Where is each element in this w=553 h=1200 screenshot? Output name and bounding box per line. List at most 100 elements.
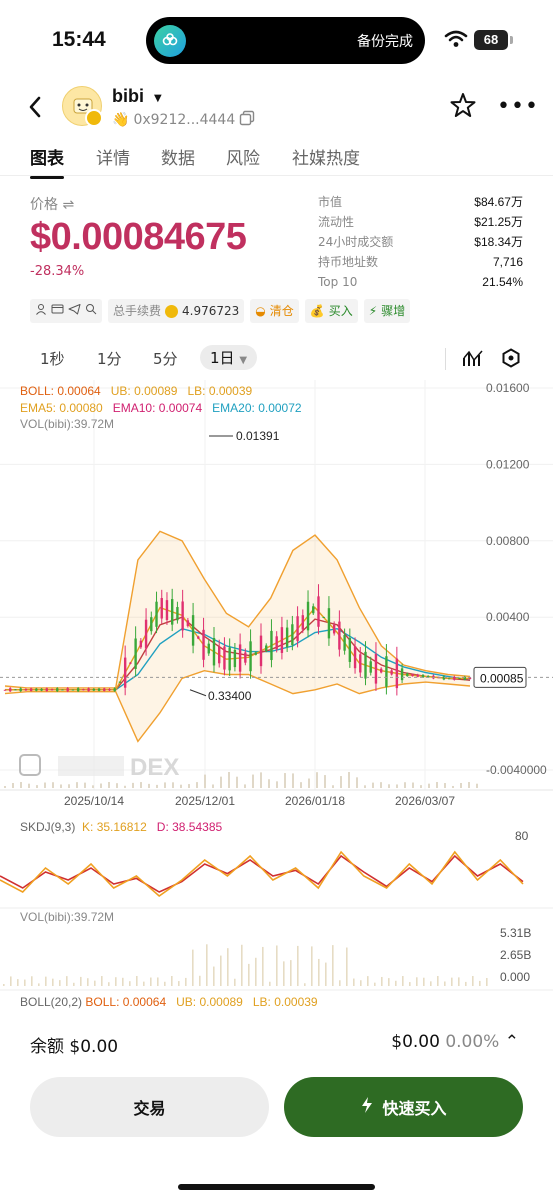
interval-1s[interactable]: 1秒 xyxy=(40,348,65,369)
volume-bar xyxy=(468,782,470,788)
favorite-star-icon[interactable] xyxy=(450,92,476,122)
island-message: 备份完成 xyxy=(357,34,413,50)
telegram-icon xyxy=(68,299,81,323)
trade-button[interactable]: 交易 xyxy=(30,1077,269,1137)
money-bag-icon: 💰 xyxy=(309,304,325,318)
candle-body xyxy=(108,688,111,691)
volume-bar xyxy=(115,977,117,986)
position-value: $0.00 xyxy=(391,1032,440,1052)
token-name[interactable]: bibi xyxy=(112,86,144,107)
volume-bar xyxy=(116,783,118,788)
clear-position-chip[interactable]: ◒ 清仓 xyxy=(250,299,299,323)
social-links-chip[interactable] xyxy=(30,299,102,323)
tab-data[interactable]: 数据 xyxy=(161,144,195,169)
position-pct: 0.00% xyxy=(445,1032,500,1052)
chevron-down-icon[interactable]: ▼ xyxy=(154,93,162,104)
volume-bar xyxy=(316,772,318,788)
volume-bar xyxy=(188,784,190,788)
lightning-icon xyxy=(360,1096,374,1118)
volume-bar xyxy=(269,981,271,986)
swap-icon[interactable]: ⇌ xyxy=(62,197,74,213)
candle-body xyxy=(129,662,132,664)
candle-body xyxy=(97,688,101,691)
ema10-value: EMA10: 0.00074 xyxy=(112,401,203,415)
interval-5m[interactable]: 5分 xyxy=(153,348,178,369)
buy-signal-chip[interactable]: 💰 买入 xyxy=(304,299,358,323)
quick-buy-button[interactable]: 快速买入 xyxy=(284,1077,523,1137)
candle-body xyxy=(400,668,404,681)
volume-bar xyxy=(172,782,174,788)
copy-icon[interactable] xyxy=(239,110,255,130)
fee-label: 总手续费 xyxy=(113,304,162,318)
volume-bar xyxy=(4,786,6,788)
candle-body xyxy=(56,688,59,692)
volume-bar xyxy=(372,782,374,788)
stat-holders: 持币地址数 7,716 xyxy=(318,255,523,269)
candle-body xyxy=(181,601,184,631)
search-icon xyxy=(85,299,97,323)
tab-chart[interactable]: 图表 xyxy=(30,144,64,179)
back-icon[interactable] xyxy=(28,96,42,122)
volume-bar xyxy=(10,976,12,986)
candle-body xyxy=(82,689,85,691)
interval-1m[interactable]: 1分 xyxy=(97,348,122,369)
volume-bar xyxy=(248,963,250,986)
okx-logo-mark xyxy=(58,756,124,776)
volume-bar xyxy=(66,976,68,986)
position-summary[interactable]: $0.00 0.00% ⌃ xyxy=(391,1032,519,1052)
token-stats: 市值 $84.67万 流动性 $21.25万 24小时成交额 $18.34万 持币地址… xyxy=(318,192,523,292)
candle-body xyxy=(118,681,122,683)
stat-top10: Top 10 21.54% xyxy=(318,275,523,289)
volume-bar xyxy=(444,981,446,986)
volume-bar xyxy=(430,981,432,986)
volume-bar xyxy=(452,785,454,788)
tab-details[interactable]: 详情 xyxy=(96,144,130,169)
candle-body xyxy=(113,688,116,692)
volume-bar xyxy=(284,773,286,788)
candle-body xyxy=(369,661,372,673)
volume-bar xyxy=(395,980,397,986)
volume-bar xyxy=(388,978,390,986)
candle-body xyxy=(312,606,315,614)
candle-body xyxy=(103,688,106,691)
candle-body xyxy=(35,688,38,691)
volume-bar xyxy=(108,982,110,986)
candle-body xyxy=(165,600,169,620)
y-tick-label: 0.01200 xyxy=(486,457,530,471)
more-options-icon[interactable]: ••• xyxy=(497,94,539,119)
surge-label: 骤增 xyxy=(381,304,406,318)
interval-1d-label: 1日 xyxy=(210,349,235,367)
y-tick-label: 0.01600 xyxy=(486,381,530,395)
volume-bar xyxy=(451,977,453,986)
candle-body xyxy=(385,656,388,687)
volume-bar xyxy=(356,777,358,788)
okx-dex-watermark: DEX xyxy=(130,754,179,781)
candle-body xyxy=(61,689,64,691)
candle-body xyxy=(374,653,378,684)
surge-chip[interactable]: ⚡ 骤增 xyxy=(363,299,411,323)
clear-label: 清仓 xyxy=(269,304,294,318)
total-fee-chip[interactable]: 总手续费 4.976723 xyxy=(108,299,245,323)
tab-social[interactable]: 社媒热度 xyxy=(292,144,360,169)
volume-bar xyxy=(339,980,341,986)
chart-settings-icon[interactable] xyxy=(501,348,521,372)
interval-1d[interactable]: 1日 ▼ xyxy=(200,345,258,370)
chart-area[interactable]: 0.01600 0.01200 0.00800 0.00400 -0.0040000 20… xyxy=(0,380,553,1010)
volume-bar xyxy=(100,783,102,788)
token-address: 0x9212...4444 xyxy=(133,112,236,128)
volume-bar xyxy=(192,949,194,986)
backup-shield-icon xyxy=(154,25,186,57)
tab-risk[interactable]: 风险 xyxy=(226,144,260,169)
candle-body xyxy=(87,688,90,692)
indicator-chart-icon[interactable] xyxy=(462,348,484,372)
volume-bar xyxy=(180,784,182,788)
skdj-name: SKDJ(9,3) xyxy=(20,820,76,834)
low-marker-line xyxy=(189,689,207,697)
candle-body xyxy=(160,598,163,619)
boll-legend: BOLL: 0.00064 UB: 0.00089 LB: 0.00039 xyxy=(20,384,252,398)
volume-bar xyxy=(171,976,173,986)
candle-body xyxy=(301,615,305,630)
candle-body xyxy=(327,608,331,639)
x-tick-label: 2025/12/01 xyxy=(175,794,235,808)
volume-bar xyxy=(122,977,124,986)
